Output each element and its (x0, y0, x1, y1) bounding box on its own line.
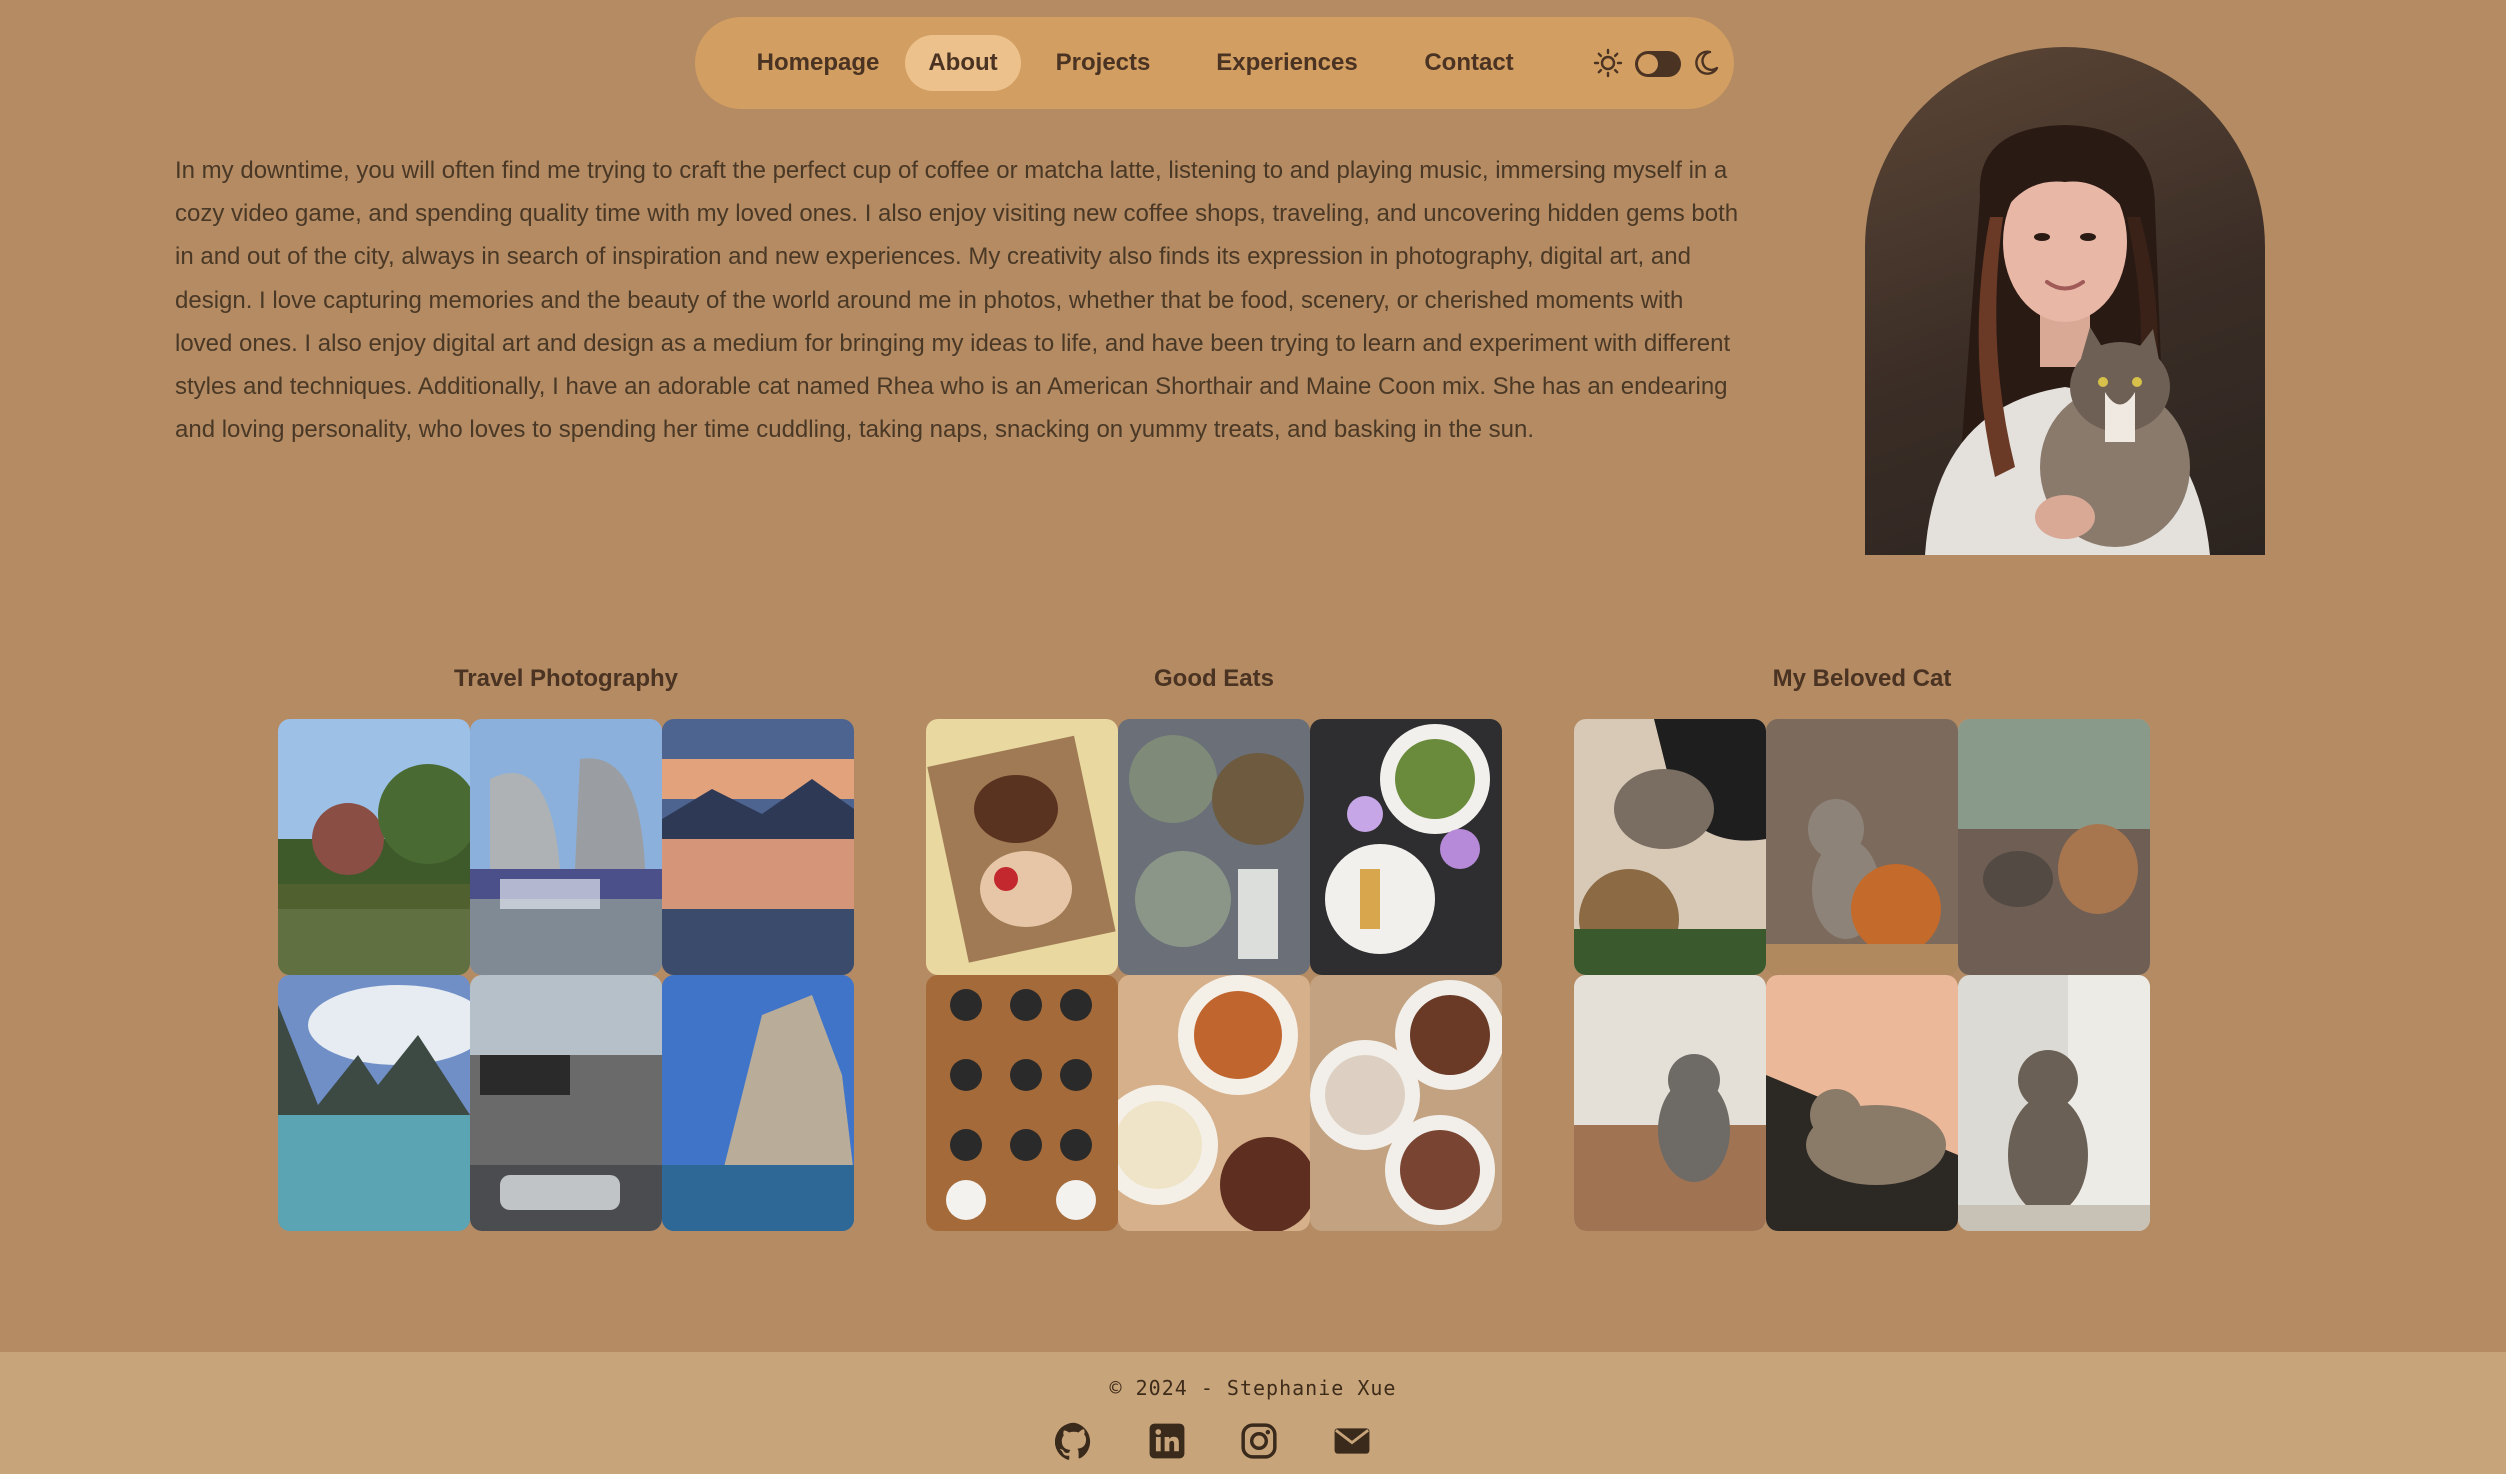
food-photo-pho[interactable] (1310, 975, 1502, 1231)
profile-photo (1865, 47, 2265, 555)
food-photo-noodle-bowls[interactable] (1118, 719, 1310, 975)
theme-toggle-knob (1638, 54, 1658, 74)
nav-projects[interactable]: Projects (1033, 35, 1173, 91)
travel-photo-mountain-lake[interactable] (278, 975, 470, 1231)
sun-icon[interactable] (1593, 48, 1623, 82)
nav-homepage[interactable]: Homepage (739, 35, 897, 91)
email-icon[interactable] (1333, 1422, 1371, 1460)
footer: © 2024 - Stephanie Xue (0, 1352, 2506, 1474)
travel-photo-grid (278, 719, 854, 1231)
travel-photo-public-market[interactable] (470, 975, 662, 1231)
nav-experiences[interactable]: Experiences (1187, 35, 1387, 91)
cat-photo-curtain[interactable] (1574, 975, 1766, 1231)
cat-photo-window[interactable] (1958, 719, 2150, 975)
travel-photo-city-hall[interactable] (470, 719, 662, 975)
gallery-title-cat: My Beloved Cat (1772, 665, 1952, 692)
gallery-title-travel: Travel Photography (453, 665, 679, 692)
cat-photo-grid (1574, 719, 2150, 1231)
food-photo-brunch[interactable] (1310, 719, 1502, 975)
moon-icon[interactable] (1691, 48, 1721, 82)
nav-contact[interactable]: Contact (1401, 35, 1537, 91)
travel-photo-garden[interactable] (278, 719, 470, 975)
food-photo-bento[interactable] (926, 975, 1118, 1231)
copyright-text: © 2024 - Stephanie Xue (1109, 1376, 1397, 1400)
github-icon[interactable] (1054, 1422, 1093, 1460)
travel-photo-rock-arch[interactable] (662, 975, 854, 1231)
gallery-title-eats: Good Eats (1153, 665, 1274, 692)
nav-about[interactable]: About (905, 35, 1021, 91)
top-navigation: Homepage About Projects Experiences Cont… (695, 17, 1734, 109)
food-photo-grid (926, 719, 1502, 1231)
theme-toggle[interactable] (1635, 51, 1681, 77)
instagram-icon[interactable] (1240, 1422, 1278, 1460)
cat-photo-basket[interactable] (1574, 719, 1766, 975)
about-paragraph: In my downtime, you will often find me t… (175, 157, 1739, 444)
cat-photo-sitting[interactable] (1958, 975, 2150, 1231)
food-photo-donuts[interactable] (926, 719, 1118, 975)
cat-photo-pumpkin[interactable] (1766, 719, 1958, 975)
food-photo-ramen[interactable] (1118, 975, 1310, 1231)
cat-photo-rug[interactable] (1766, 975, 1958, 1231)
linkedin-icon[interactable] (1148, 1422, 1186, 1460)
travel-photo-lake-sunset[interactable] (662, 719, 854, 975)
